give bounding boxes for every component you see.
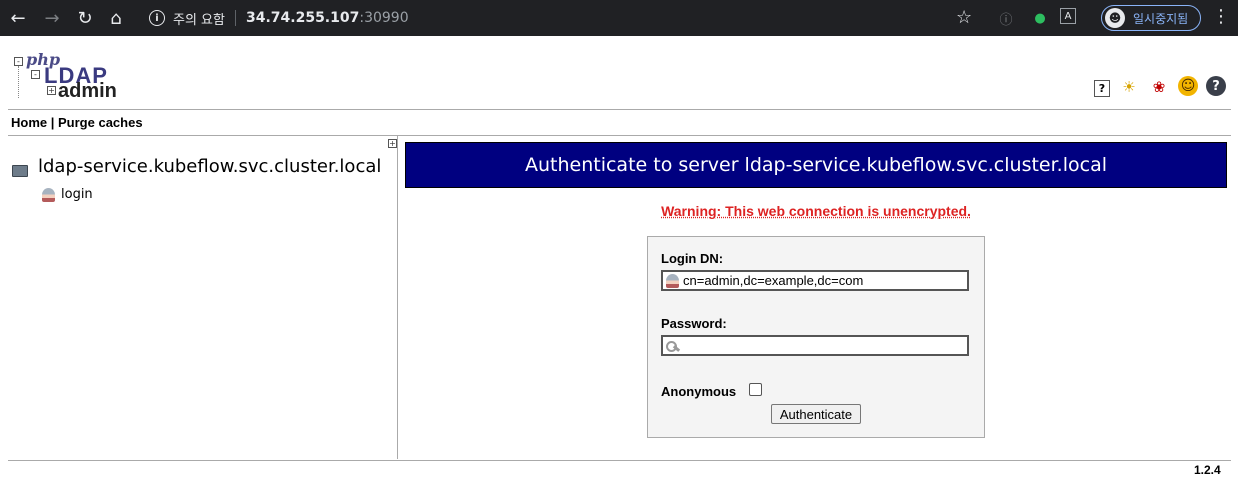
- smile-icon[interactable]: ☺: [1178, 76, 1198, 96]
- server-name: ldap-service.kubeflow.svc.cluster.local: [38, 156, 382, 177]
- password-label: Password:: [661, 316, 727, 331]
- password-input[interactable]: [684, 338, 964, 353]
- forward-icon[interactable]: →: [40, 6, 64, 30]
- login-dn-label: Login DN:: [661, 251, 724, 266]
- password-field[interactable]: [661, 335, 969, 356]
- purge-caches-link[interactable]: Purge caches: [58, 115, 143, 130]
- divider: [8, 109, 1231, 110]
- back-icon[interactable]: ←: [6, 6, 30, 30]
- login-dn-field[interactable]: [661, 270, 969, 291]
- profile-label: 일시중지됨: [1133, 11, 1189, 26]
- divider: [8, 460, 1231, 461]
- bookmark-star-icon[interactable]: ☆: [956, 7, 972, 28]
- translate-extension-icon[interactable]: A: [1060, 8, 1076, 24]
- user-icon: [666, 273, 679, 288]
- login-form: Login DN: Password: Anonymous Authentica…: [647, 236, 985, 438]
- avatar-icon: ☻: [1105, 8, 1125, 28]
- tree-item-login[interactable]: login: [42, 187, 93, 202]
- extension-info-icon[interactable]: ⓘ: [996, 8, 1016, 28]
- unencrypted-warning: Warning: This web connection is unencryp…: [661, 203, 971, 219]
- evernote-extension-icon[interactable]: ●: [1030, 8, 1050, 28]
- tree-item-label: login: [61, 187, 93, 202]
- tree-minus-icon: -: [31, 70, 40, 79]
- menu-bar: Home | Purge caches: [11, 115, 143, 130]
- question-icon[interactable]: ?: [1206, 76, 1226, 96]
- page-title: Authenticate to server ldap-service.kube…: [405, 142, 1227, 188]
- help-icon[interactable]: ?: [1094, 80, 1110, 97]
- anonymous-label: Anonymous: [661, 384, 737, 399]
- server-icon: [12, 157, 32, 177]
- url-host: 34.74.255.107: [245, 10, 360, 26]
- browser-menu-icon[interactable]: ⋮: [1212, 6, 1230, 27]
- bug-icon[interactable]: ❀: [1148, 76, 1170, 98]
- user-icon: [42, 187, 55, 202]
- tree-minus-icon: -: [14, 57, 23, 66]
- server-tree: + ldap-service.kubeflow.svc.cluster.loca…: [8, 136, 398, 459]
- key-icon: [666, 340, 680, 352]
- logo-admin: admin: [58, 80, 117, 102]
- browser-toolbar: ← → ↻ ⌂ i 주의 요함 34.74.255.107 :30990 ☆ ⓘ…: [0, 0, 1238, 36]
- info-icon[interactable]: i: [149, 10, 165, 26]
- address-bar[interactable]: i 주의 요함 34.74.255.107 :30990: [137, 4, 989, 32]
- bulb-icon[interactable]: ☀: [1118, 76, 1140, 98]
- home-icon[interactable]: ⌂: [104, 6, 128, 30]
- anonymous-checkbox[interactable]: [749, 383, 762, 396]
- server-node[interactable]: ldap-service.kubeflow.svc.cluster.local: [12, 156, 381, 177]
- expand-plus-icon[interactable]: +: [388, 139, 397, 148]
- profile-button[interactable]: ☻ 일시중지됨: [1101, 5, 1201, 31]
- reload-icon[interactable]: ↻: [73, 6, 97, 30]
- version-label: 1.2.4: [1194, 463, 1221, 477]
- home-link[interactable]: Home: [11, 115, 47, 130]
- phpldapadmin-logo[interactable]: - - + php LDAP admin: [12, 50, 122, 104]
- menu-separator: |: [50, 115, 55, 130]
- url-port: :30990: [359, 10, 409, 26]
- tree-line: [18, 66, 19, 98]
- security-warning: 주의 요함: [173, 12, 225, 28]
- login-dn-input[interactable]: [683, 273, 963, 288]
- toolbar-icons: ? ☀ ❀ ☺ ?: [1094, 76, 1226, 98]
- divider: [234, 10, 236, 26]
- authenticate-button[interactable]: Authenticate: [771, 404, 861, 424]
